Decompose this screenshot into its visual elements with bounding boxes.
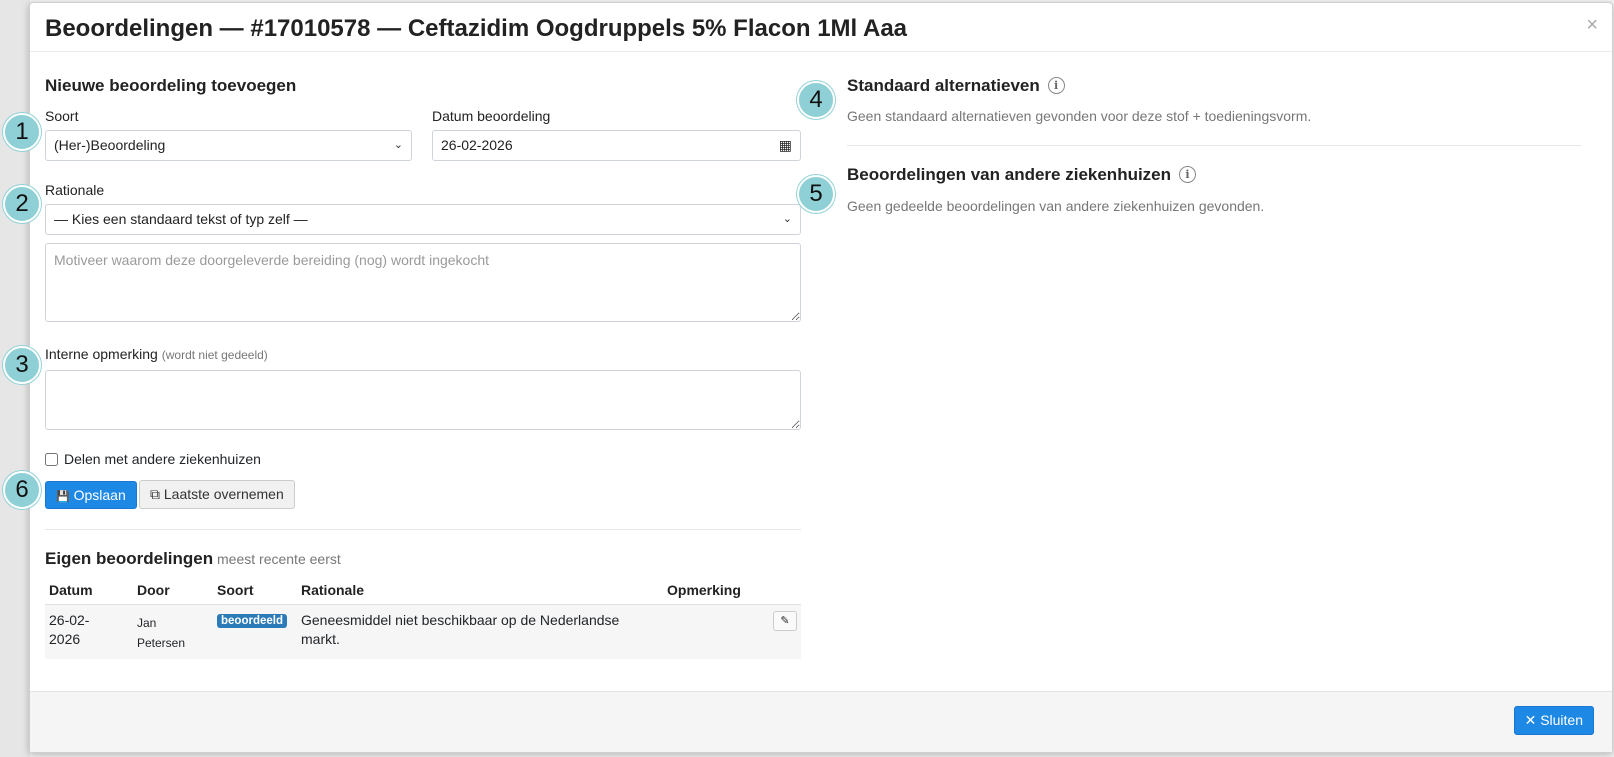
table-header-row: Datum Door Soort Rationale Opmerking <box>45 576 801 605</box>
rationale-label: Rationale <box>45 182 105 198</box>
cell-soort: beoordeeld <box>213 604 297 659</box>
form-section-title: Nieuwe beoordeling toevoegen <box>45 76 297 95</box>
copy-last-button-label: Laatste overnemen <box>163 486 284 502</box>
info-icon[interactable]: i <box>1047 77 1065 94</box>
copy-icon: ⧉ <box>150 486 160 502</box>
close-button-label: Sluiten <box>1540 712 1583 728</box>
soort-label: Soort <box>45 108 79 124</box>
cell-door: Jan Petersen <box>133 604 213 659</box>
modal-header: Beoordelingen — #17010578 — Ceftazidim O… <box>30 3 1612 52</box>
close-button[interactable]: ✕ Sluiten <box>1513 706 1594 735</box>
datum-input[interactable]: 26-02-2026 ▦ <box>432 130 801 161</box>
col-rationale: Rationale <box>297 576 663 605</box>
save-button[interactable]: 💾 Opslaan <box>45 481 137 509</box>
save-icon: 💾 <box>56 491 70 503</box>
andere-text: Geen gedeelde beoordelingen van andere z… <box>847 198 1265 214</box>
rationale-select-value: — Kies een standaard tekst of typ zelf — <box>54 211 308 227</box>
opmerking-hint: (wordt niet gedeeld) <box>161 348 268 362</box>
eigen-subtitle: meest recente eerst <box>217 551 341 567</box>
section-divider <box>45 529 801 530</box>
table-row: 26-02- 2026 Jan Petersen beoordeeld Gene… <box>45 604 801 659</box>
eigen-title: Eigen beoordelingen <box>45 549 214 568</box>
rationale-template-select[interactable]: — Kies een standaard tekst of typ zelf —… <box>45 204 801 235</box>
annotation-marker-6: 6 <box>3 471 41 509</box>
modal-title: Beoordelingen — #17010578 — Ceftazidim O… <box>45 15 908 42</box>
right-divider <box>847 145 1581 146</box>
opmerking-label-text: Interne opmerking <box>45 346 158 362</box>
opmerking-textarea[interactable] <box>45 370 801 430</box>
rationale-textarea[interactable] <box>45 243 801 322</box>
save-button-label: Opslaan <box>73 487 126 503</box>
standaard-text: Geen standaard alternatieven gevonden vo… <box>847 108 1312 124</box>
close-icon: ✕ <box>1524 712 1537 728</box>
annotation-marker-5: 5 <box>797 175 835 213</box>
cell-opmerking: ✎ <box>663 604 801 659</box>
col-soort: Soort <box>213 576 297 605</box>
chevron-down-icon: ⌄ <box>782 213 792 225</box>
standaard-heading: Standaard alternatieven i <box>847 76 1065 96</box>
andere-title: Beoordelingen van andere ziekenhuizen <box>847 165 1172 184</box>
modal-footer: ✕ Sluiten <box>30 691 1612 752</box>
close-icon[interactable]: × <box>1586 15 1598 35</box>
standaard-title: Standaard alternatieven <box>847 76 1040 95</box>
datum-input-value: 26-02-2026 <box>441 137 513 153</box>
annotation-marker-3: 3 <box>3 346 41 384</box>
annotation-marker-1: 1 <box>3 113 41 151</box>
cell-rationale: Geneesmiddel niet beschikbaar op de Nede… <box>297 604 663 659</box>
info-icon[interactable]: i <box>1178 166 1196 183</box>
status-badge: beoordeeld <box>217 614 287 628</box>
annotation-marker-2: 2 <box>3 185 41 223</box>
delen-label: Delen met andere ziekenhuizen <box>64 451 261 467</box>
delen-checkbox-row[interactable]: Delen met andere ziekenhuizen <box>45 451 261 467</box>
andere-heading: Beoordelingen van andere ziekenhuizen i <box>847 165 1196 185</box>
delen-checkbox[interactable] <box>45 452 58 466</box>
copy-last-button[interactable]: ⧉ Laatste overnemen <box>139 480 295 509</box>
pencil-icon: ✎ <box>780 615 790 627</box>
col-datum: Datum <box>45 576 133 605</box>
chevron-down-icon: ⌄ <box>393 139 403 151</box>
cell-datum: 26-02- 2026 <box>45 604 133 659</box>
calendar-icon[interactable]: ▦ <box>779 131 792 160</box>
opmerking-label: Interne opmerking (wordt niet gedeeld) <box>45 346 268 362</box>
eigen-heading: Eigen beoordelingen meest recente eerst <box>45 549 341 569</box>
col-door: Door <box>133 576 213 605</box>
soort-select-value: (Her-)Beoordeling <box>54 137 166 153</box>
datum-label: Datum beoordeling <box>432 108 551 124</box>
annotation-marker-4: 4 <box>797 81 835 119</box>
col-opmerking: Opmerking <box>663 576 801 605</box>
soort-select[interactable]: (Her-)Beoordeling ⌄ <box>45 130 412 161</box>
eigen-table: Datum Door Soort Rationale Opmerking 26-… <box>45 576 801 659</box>
edit-button[interactable]: ✎ <box>773 611 797 631</box>
